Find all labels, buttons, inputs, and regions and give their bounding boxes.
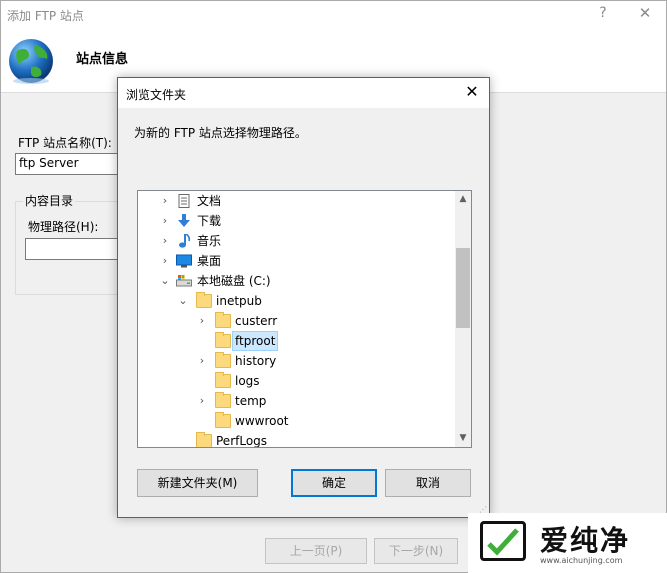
tree-item-temp[interactable]: › temp xyxy=(138,391,454,411)
tree-item-label: 桌面 xyxy=(197,254,222,268)
tree-item-documents[interactable]: › 文档 xyxy=(138,191,454,211)
desktop-icon xyxy=(176,254,192,268)
scroll-down-icon[interactable]: ▼ xyxy=(455,430,471,447)
window-titlebar: 添加 FTP 站点 ? ✕ xyxy=(1,1,666,29)
tree-item-perflogs[interactable]: PerfLogs xyxy=(138,431,454,448)
site-name-input[interactable]: ftp Server xyxy=(15,153,123,175)
vertical-scrollbar[interactable]: ▲ ▼ xyxy=(455,191,471,447)
tree-item-label: 下载 xyxy=(197,214,222,228)
expand-arrow-icon[interactable]: › xyxy=(197,391,207,411)
tree-item-label: 音乐 xyxy=(197,234,222,248)
tree-item-label-selected: ftproot xyxy=(232,331,279,351)
tree-item-label: 文档 xyxy=(197,194,222,208)
site-name-label: FTP 站点名称(T): xyxy=(18,136,112,150)
folder-icon xyxy=(215,352,231,368)
scrollbar-thumb[interactable] xyxy=(456,248,470,328)
tree-item-label: temp xyxy=(235,394,267,408)
folder-icon xyxy=(196,432,212,447)
expand-arrow-icon[interactable]: › xyxy=(160,251,170,271)
tree-item-label: wwwroot xyxy=(235,414,289,428)
tree-item-wwwroot[interactable]: wwwroot xyxy=(138,411,454,431)
physical-path-label: 物理路径(H): xyxy=(28,220,99,234)
window-close-button[interactable]: ✕ xyxy=(637,4,653,22)
scroll-up-icon[interactable]: ▲ xyxy=(455,191,471,208)
tree-item-downloads[interactable]: › 下载 xyxy=(138,211,454,231)
downloads-icon xyxy=(178,214,190,227)
folder-icon xyxy=(215,372,231,388)
checkmark-icon xyxy=(487,528,519,556)
tree-item-history[interactable]: › history xyxy=(138,351,454,371)
globe-icon xyxy=(9,39,53,84)
next-step-button[interactable]: 下一步(N) xyxy=(374,538,458,564)
expand-arrow-icon[interactable]: › xyxy=(160,211,170,231)
watermark-url: www.aichunjing.com xyxy=(540,556,623,565)
tree-item-label: inetpub xyxy=(216,294,262,308)
expand-arrow-icon[interactable]: › xyxy=(197,351,207,371)
collapse-arrow-icon[interactable]: ⌄ xyxy=(160,271,170,291)
tree-item-label: history xyxy=(235,354,277,368)
tree-item-label: PerfLogs xyxy=(216,434,268,448)
tree-item-label: custerr xyxy=(235,314,278,328)
tree-item-desktop[interactable]: › 桌面 xyxy=(138,251,454,271)
dialog-titlebar: 浏览文件夹 ✕ xyxy=(118,78,489,108)
expand-arrow-icon[interactable]: › xyxy=(160,191,170,211)
documents-icon xyxy=(178,194,190,208)
cancel-button[interactable]: 取消 xyxy=(385,469,471,497)
folder-icon xyxy=(196,292,212,308)
local-disk-icon xyxy=(176,275,192,287)
collapse-arrow-icon[interactable]: ⌄ xyxy=(178,291,188,311)
folder-icon xyxy=(215,332,231,348)
tree-item-logs[interactable]: logs xyxy=(138,371,454,391)
dialog-instruction: 为新的 FTP 站点选择物理路径。 xyxy=(134,126,307,140)
tree-item-music[interactable]: › 音乐 xyxy=(138,231,454,251)
watermark-mark-icon xyxy=(480,521,526,561)
new-folder-button[interactable]: 新建文件夹(M) xyxy=(137,469,258,497)
tree-item-label: logs xyxy=(235,374,260,388)
expand-arrow-icon[interactable]: › xyxy=(197,311,207,331)
folder-icon xyxy=(215,412,231,428)
help-button[interactable]: ? xyxy=(597,5,609,21)
tree-item-local-disk-c[interactable]: ⌄ 本地磁盘 (C:) xyxy=(138,271,454,291)
content-directory-legend: 内容目录 xyxy=(23,192,76,209)
watermark-text: 爱纯净 xyxy=(540,524,631,557)
tree-item-ftproot[interactable]: ftproot xyxy=(138,331,454,351)
tree-item-label: 本地磁盘 (C:) xyxy=(197,274,271,288)
watermark-logo: 爱纯净 www.aichunjing.com xyxy=(468,513,667,573)
browse-folder-dialog: 浏览文件夹 ✕ 为新的 FTP 站点选择物理路径。 › 文档 › 下载 › 音乐… xyxy=(117,77,490,518)
previous-page-button[interactable]: 上一页(P) xyxy=(265,538,367,564)
folder-icon xyxy=(215,392,231,408)
expand-arrow-icon[interactable]: › xyxy=(160,231,170,251)
dialog-close-button[interactable]: ✕ xyxy=(464,82,480,101)
folder-tree[interactable]: › 文档 › 下载 › 音乐 › 桌面 ⌄ 本地磁盘 (C:) ⌄ inetpu… xyxy=(137,190,472,448)
dialog-title: 浏览文件夹 xyxy=(126,88,187,102)
window-title: 添加 FTP 站点 xyxy=(7,9,84,23)
folder-icon xyxy=(215,312,231,328)
tree-item-inetpub[interactable]: ⌄ inetpub xyxy=(138,291,454,311)
music-icon xyxy=(179,234,191,248)
ok-button[interactable]: 确定 xyxy=(291,469,377,497)
tree-item-custerr[interactable]: › custerr xyxy=(138,311,454,331)
physical-path-input[interactable] xyxy=(25,238,123,260)
page-heading: 站点信息 xyxy=(76,52,129,67)
